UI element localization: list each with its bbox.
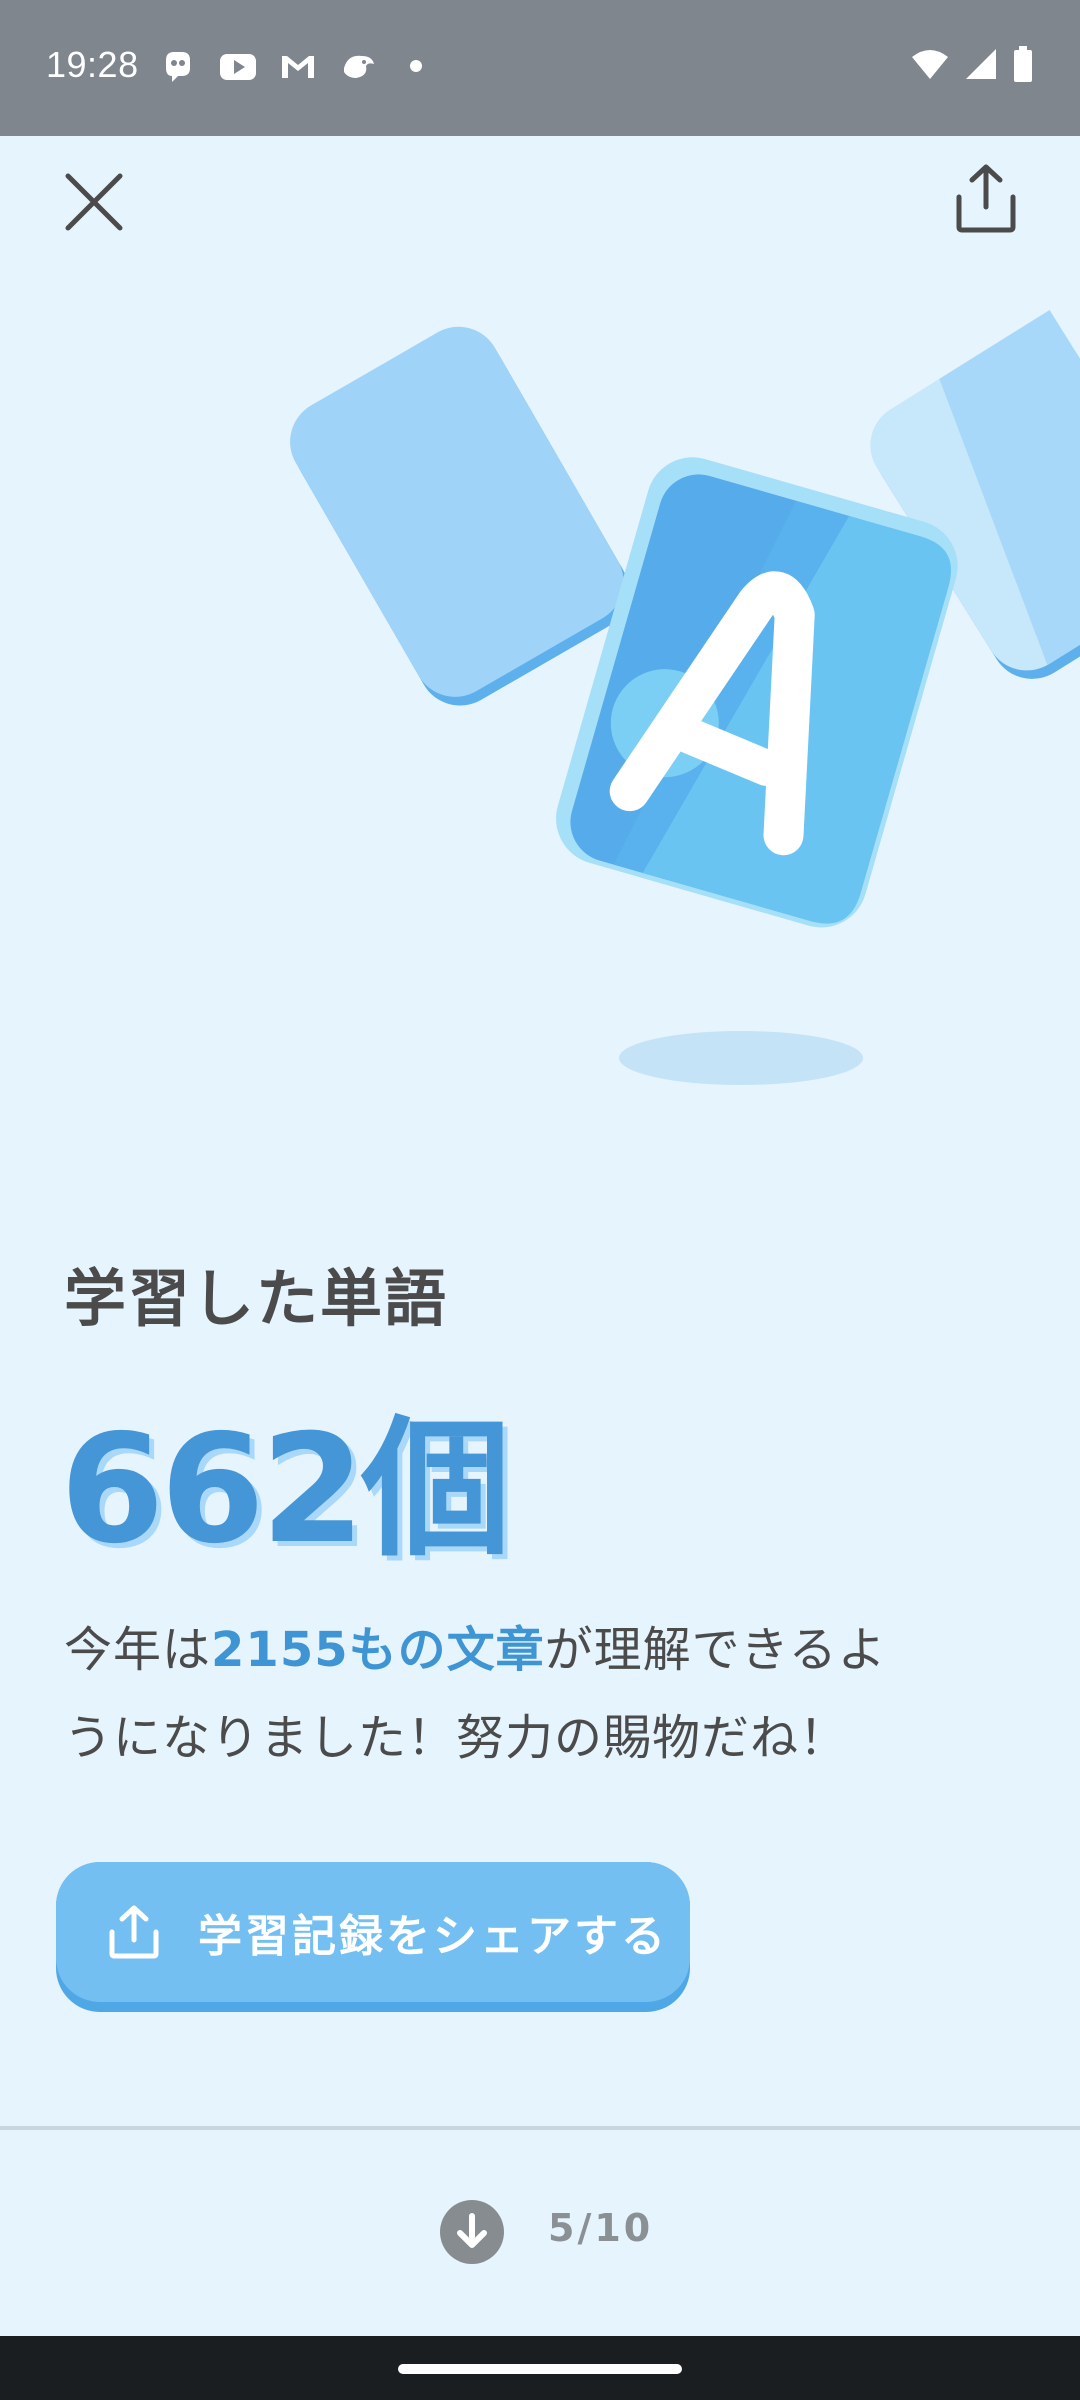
more-notifications-dot [410, 60, 422, 72]
youtube-icon [218, 46, 258, 86]
system-icons [910, 46, 1034, 86]
notification-icons [158, 46, 422, 86]
sentence-count-highlight: 2155もの文章 [211, 1622, 545, 1678]
stat-description: 今年は2155もの文章が理解できるようになりました！努力の賜物だね！ [64, 1606, 924, 1782]
wifi-icon [910, 47, 950, 85]
battery-icon [1012, 46, 1034, 86]
share-record-button-face: 学習記録をシェアする [56, 1862, 690, 2002]
word-cards-illustration [290, 309, 1080, 1085]
share-record-label: 学習記録をシェアする [198, 1911, 668, 1962]
next-page-button[interactable] [440, 2200, 504, 2264]
desc-prefix: 今年は [64, 1622, 212, 1678]
stat-title: 学習した単語 [64, 1262, 449, 1335]
share-icon [956, 164, 1016, 233]
close-button[interactable] [62, 170, 126, 234]
share-top-button[interactable] [955, 163, 1017, 233]
left-card-shape [290, 326, 629, 706]
footer-divider [0, 2126, 1080, 2130]
share-record-button[interactable]: 学習記録をシェアする [56, 1862, 690, 2012]
page-indicator: 5/10 [548, 2206, 654, 2250]
word-count: 662個 [60, 1403, 511, 1577]
home-handle[interactable] [398, 2364, 682, 2374]
bird-icon [338, 46, 378, 86]
signal-icon [964, 47, 998, 85]
status-time: 19:28 [46, 44, 139, 85]
share-icon [109, 1905, 159, 1959]
duolingo-icon [158, 46, 198, 86]
close-icon [65, 173, 123, 231]
status-bar: 19:28 [0, 0, 1080, 136]
main-card-shape [556, 457, 958, 928]
arrow-down-icon [457, 2213, 487, 2248]
card-shadow-shape [619, 1031, 863, 1085]
gmail-icon [278, 46, 318, 86]
